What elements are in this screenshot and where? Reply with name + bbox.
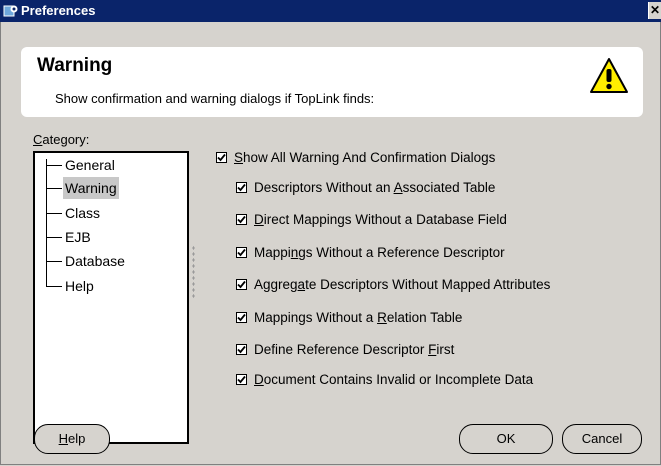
tree-item-label: Database [65,253,125,269]
checkbox-box[interactable] [236,344,247,355]
checkbox-box[interactable] [236,182,247,193]
page-description: Show confirmation and warning dialogs if… [55,91,375,106]
warning-icon [589,57,629,95]
checkbox-label: Aggregate Descriptors Without Mapped Att… [254,277,551,292]
checkbox-label: Define Reference Descriptor First [254,342,455,357]
checkbox-label: Mappings Without a Reference Descriptor [254,245,505,260]
checkbox-box[interactable] [236,214,247,225]
checkbox-box[interactable] [216,152,227,163]
tree-item-label: Help [65,278,94,294]
tree-item-label: Class [65,205,101,221]
checkbox-label: Descriptors Without an Associated Table [254,180,496,195]
checkbox-label: Mappings Without a Relation Table [254,310,463,325]
app-icon [3,3,19,19]
page-title: Warning [37,55,113,76]
close-button[interactable]: ✕ [648,2,661,19]
checkbox-box[interactable] [236,312,247,323]
tree-item-label: Warning [63,177,119,199]
tree-connector [46,159,47,287]
help-button[interactable]: Help [34,424,110,454]
tree-item-label: EJB [65,229,91,245]
checkbox-label: Document Contains Invalid or Incomplete … [254,372,534,387]
window-title: Preferences [21,3,96,18]
cancel-button[interactable]: Cancel [562,424,642,454]
checkbox-box[interactable] [236,374,247,385]
category-tree[interactable]: General Warning Class EJB Database Help [33,151,189,444]
category-label: Category: [33,132,90,147]
ok-button[interactable]: OK [459,424,553,454]
checkbox-label: Direct Mappings Without a Database Field [254,212,507,227]
splitter-handle[interactable] [192,245,195,300]
title-bar[interactable]: Preferences ✕ [0,0,661,22]
checkbox-label: Show All Warning And Confirmation Dialog… [234,150,496,165]
checkbox-box[interactable] [236,247,247,258]
header-panel: Warning Show confirmation and warning di… [21,47,643,117]
checkbox-box[interactable] [236,279,247,290]
tree-item-label: General [65,157,115,173]
